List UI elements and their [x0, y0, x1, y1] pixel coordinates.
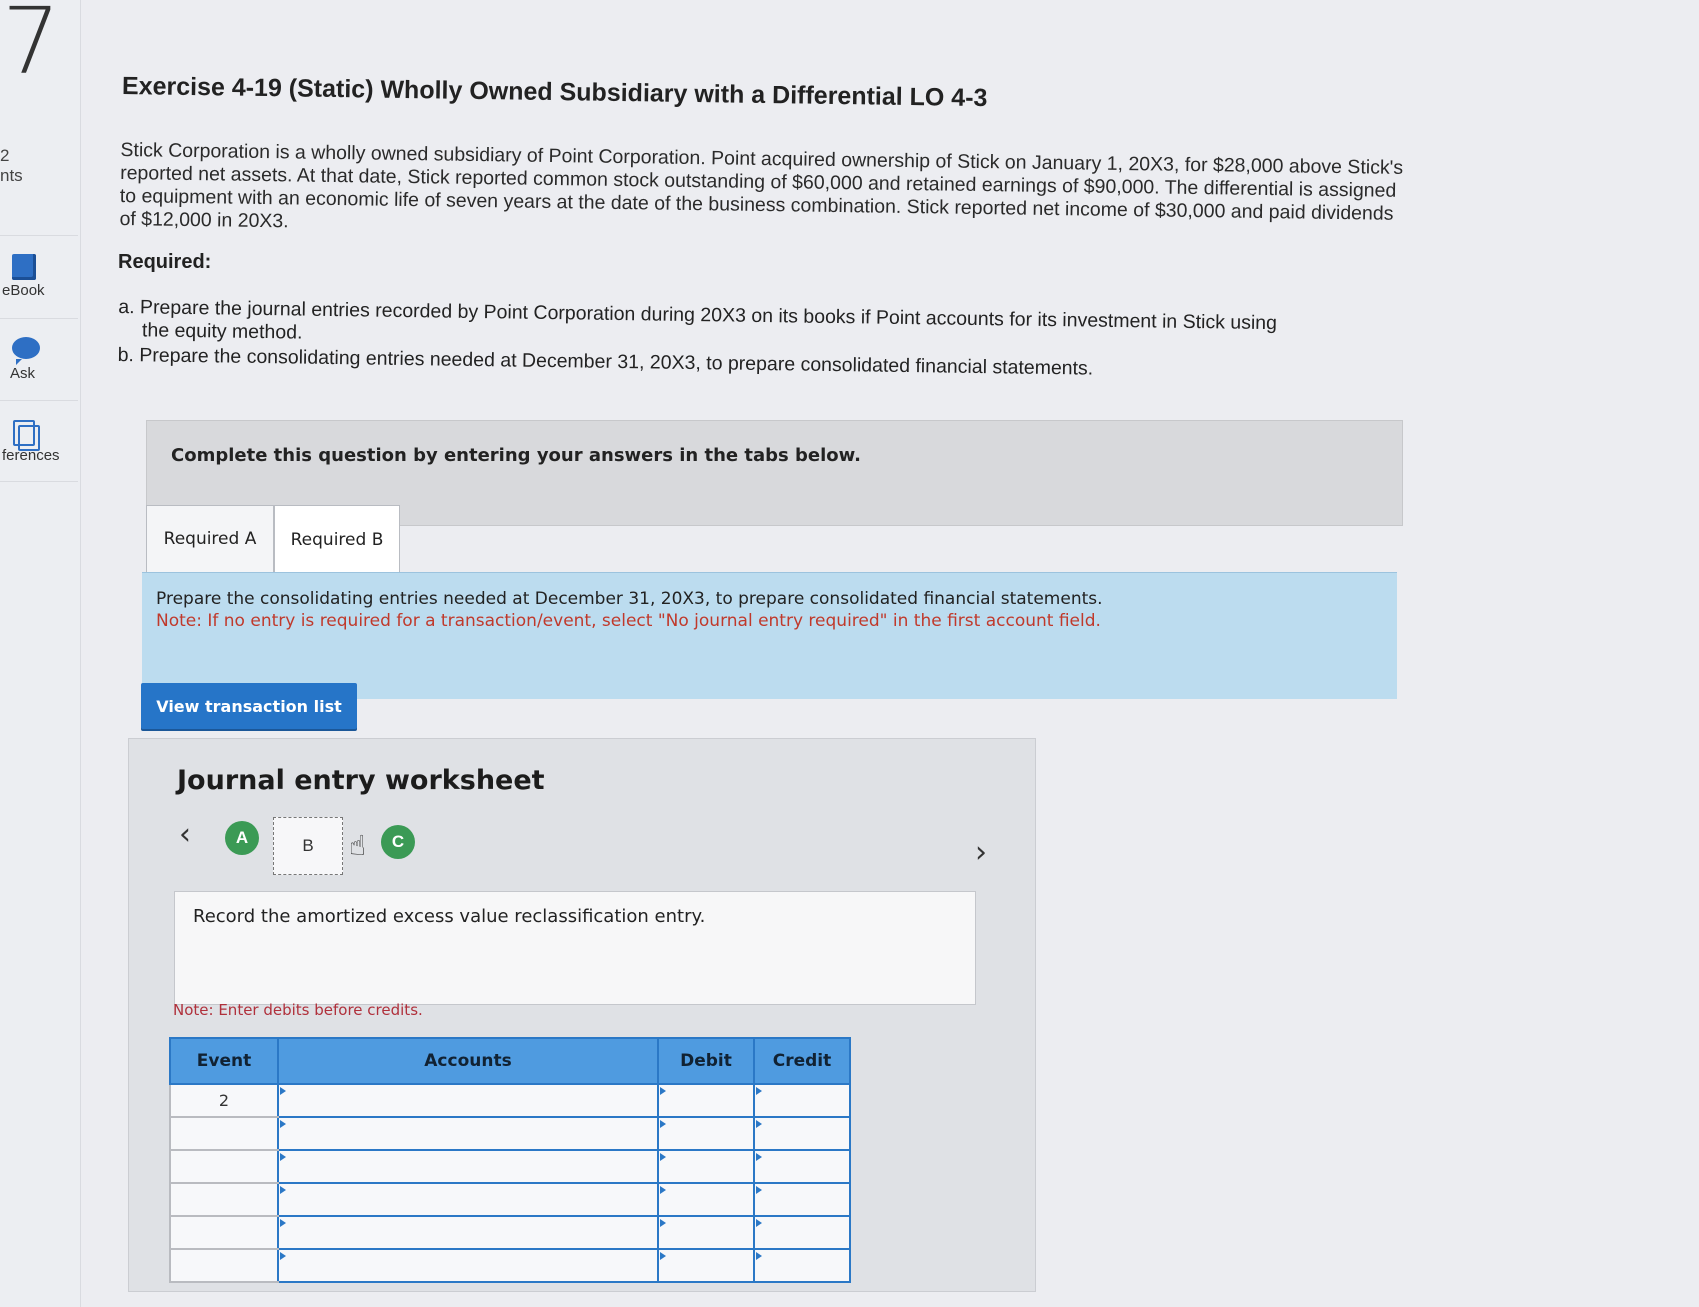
- debit-field[interactable]: [657, 1215, 755, 1250]
- step-a-button[interactable]: A: [225, 821, 259, 855]
- step-c-button[interactable]: C: [381, 825, 415, 859]
- table-row: [169, 1182, 851, 1217]
- required-heading: Required:: [118, 251, 212, 273]
- rail-item-label: eBook: [2, 282, 45, 299]
- rail-item-ask[interactable]: Ask: [0, 318, 78, 399]
- table-row: [169, 1215, 851, 1250]
- points-indicator: 2 nts: [0, 146, 23, 186]
- journal-entry-worksheet: Journal entry worksheet ‹ A B ☝ C › Reco…: [128, 738, 1036, 1292]
- credit-field[interactable]: [753, 1083, 851, 1118]
- credit-field[interactable]: [753, 1149, 851, 1184]
- rail-item-label: ferences: [2, 447, 60, 464]
- event-cell: [169, 1215, 279, 1250]
- entry-description-box: Record the amortized excess value reclas…: [174, 891, 976, 1005]
- credit-field[interactable]: [753, 1182, 851, 1217]
- instruction-note: Note: If no entry is required for a tran…: [156, 611, 1101, 631]
- worksheet-title: Journal entry worksheet: [177, 765, 545, 796]
- rail-item-label: Ask: [10, 365, 36, 382]
- tab-required-a[interactable]: Required A: [146, 505, 274, 572]
- event-cell: 2: [169, 1083, 279, 1118]
- table-row: [169, 1149, 851, 1184]
- debit-field[interactable]: [657, 1116, 755, 1151]
- question-content: Exercise 4-19 (Static) Wholly Owned Subs…: [118, 60, 1408, 380]
- event-cell: [169, 1182, 279, 1217]
- points-value: 2: [0, 146, 10, 165]
- column-header-debit: Debit: [657, 1037, 755, 1085]
- debit-field[interactable]: [657, 1248, 755, 1283]
- debit-field[interactable]: [657, 1083, 755, 1118]
- account-field[interactable]: [277, 1182, 659, 1217]
- account-field[interactable]: [277, 1116, 659, 1151]
- rail-item-ebook[interactable]: eBook: [0, 235, 78, 316]
- event-cell: [169, 1116, 279, 1151]
- points-label: nts: [0, 166, 23, 185]
- event-cell: [169, 1149, 279, 1184]
- credit-field[interactable]: [753, 1116, 851, 1151]
- left-rail: 7 2 nts eBook Ask ferences: [0, 0, 81, 1307]
- hand-cursor-icon: ☝: [349, 830, 367, 861]
- question-number: 7: [2, 0, 61, 95]
- banner-text: Complete this question by entering your …: [171, 445, 861, 466]
- chat-bubble-icon: [12, 337, 40, 365]
- tab-instructions: Prepare the consolidating entries needed…: [142, 572, 1397, 699]
- problem-statement: Stick Corporation is a wholly owned subs…: [119, 139, 1404, 233]
- debits-note: Note: Enter debits before credits.: [173, 1001, 423, 1019]
- journal-table: Event Accounts Debit Credit 2: [169, 1037, 851, 1283]
- account-field[interactable]: [277, 1248, 659, 1283]
- table-row: [169, 1116, 851, 1151]
- tab-required-b[interactable]: Required B: [274, 505, 400, 574]
- table-row: 2: [169, 1083, 851, 1118]
- book-icon: [12, 254, 36, 280]
- instruction-text: Prepare the consolidating entries needed…: [156, 589, 1103, 609]
- credit-field[interactable]: [753, 1248, 851, 1283]
- chevron-left-icon[interactable]: ‹: [179, 817, 191, 852]
- column-header-accounts: Accounts: [277, 1037, 659, 1085]
- account-field[interactable]: [277, 1149, 659, 1184]
- event-cell: [169, 1248, 279, 1283]
- debit-field[interactable]: [657, 1182, 755, 1217]
- page-title: Exercise 4-19 (Static) Wholly Owned Subs…: [121, 72, 988, 113]
- column-header-credit: Credit: [753, 1037, 851, 1085]
- table-row: [169, 1248, 851, 1283]
- entry-description: Record the amortized excess value reclas…: [193, 906, 706, 927]
- requirements-list: a. Prepare the journal entries recorded …: [118, 296, 1409, 385]
- account-field[interactable]: [277, 1083, 659, 1118]
- account-field[interactable]: [277, 1215, 659, 1250]
- view-transaction-list-button[interactable]: View transaction list: [141, 683, 357, 729]
- column-header-event: Event: [169, 1037, 279, 1085]
- credit-field[interactable]: [753, 1215, 851, 1250]
- chevron-right-icon[interactable]: ›: [975, 835, 987, 870]
- debit-field[interactable]: [657, 1149, 755, 1184]
- step-b-current[interactable]: B: [273, 817, 343, 875]
- rail-item-references[interactable]: ferences: [0, 400, 78, 482]
